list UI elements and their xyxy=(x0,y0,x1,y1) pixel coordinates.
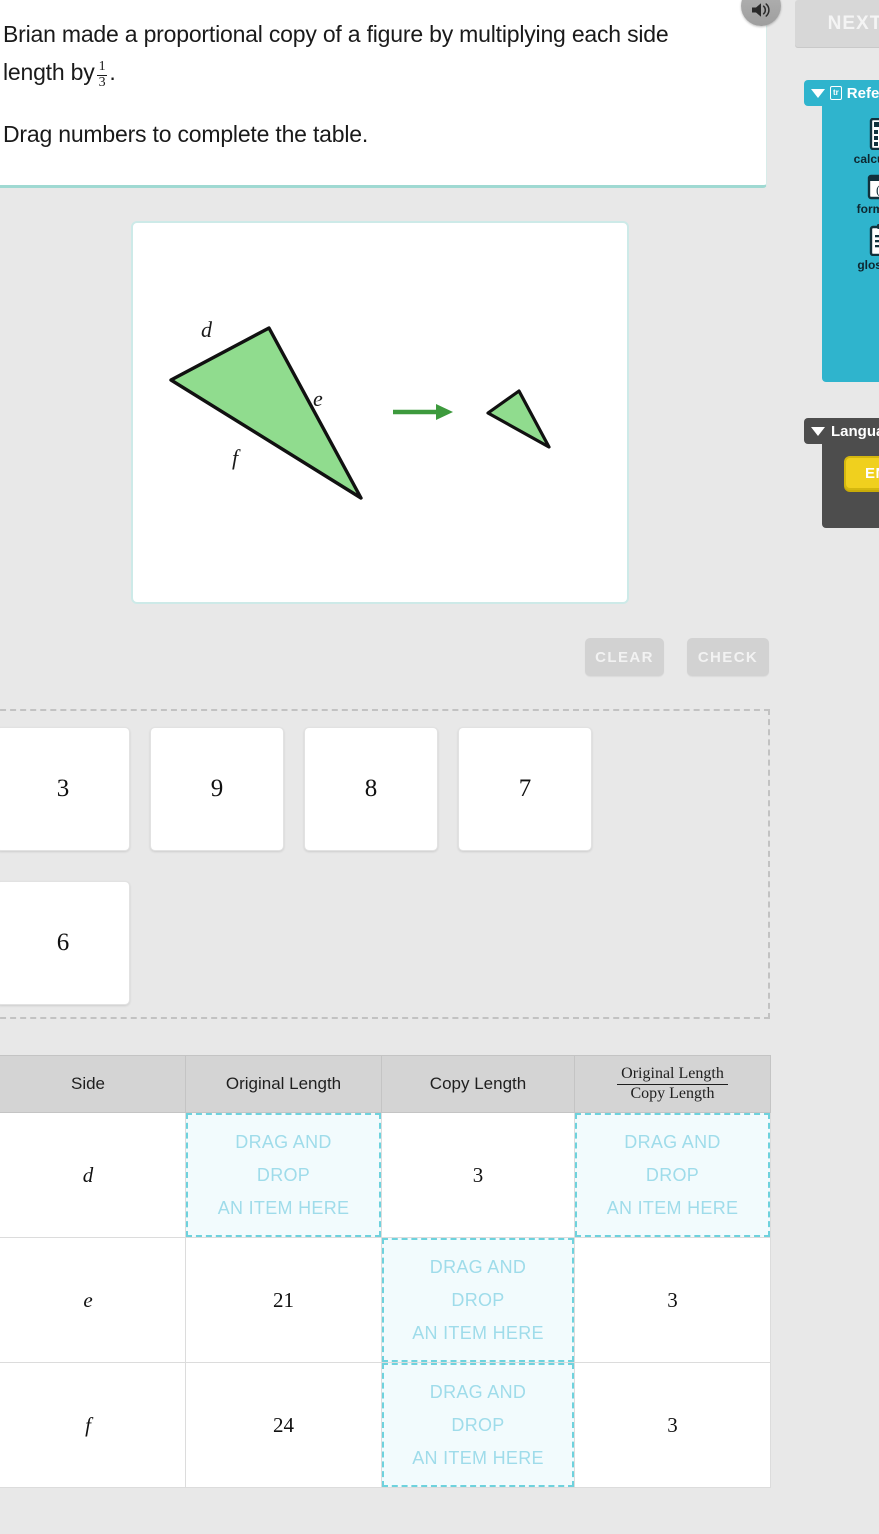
column-header-side: Side xyxy=(0,1055,186,1113)
language-panel: ENG xyxy=(822,430,879,528)
speaker-glyph xyxy=(752,2,770,17)
table-row: d DRAG AND DROP AN ITEM HERE 3 DRAG AND DROP AN… xyxy=(0,1112,771,1238)
proportional-copy-diagram xyxy=(169,326,551,500)
column-header-original-length: Original Length xyxy=(185,1055,382,1113)
chevron-down-icon xyxy=(811,426,825,436)
table-header-row: Side Original Length Copy Length Origina… xyxy=(0,1055,771,1113)
tile-bank: 3 9 8 7 6 xyxy=(0,709,770,1019)
drag-tile[interactable]: 8 xyxy=(304,727,438,851)
next-button[interactable]: NEXT xyxy=(795,0,879,48)
cell-side: f xyxy=(0,1362,186,1488)
drag-tile[interactable]: 7 xyxy=(458,727,592,851)
cell-ratio: 3 xyxy=(574,1362,771,1488)
ratio-fraction: Original Length Copy Length xyxy=(617,1065,728,1104)
dropzone-placeholder-line: DRAG AND xyxy=(429,1381,527,1402)
reference-item-calculator[interactable]: calculator xyxy=(854,118,879,166)
fraction-numerator: 1 xyxy=(98,59,106,75)
dropzone-placeholder-line: AN ITEM HERE xyxy=(606,1197,739,1218)
cell-ratio: 3 xyxy=(574,1237,771,1363)
reference-badge-icon: tr xyxy=(830,86,842,100)
question-line-2: Drag numbers to complete the table. xyxy=(3,121,369,147)
answer-table: Side Original Length Copy Length Origina… xyxy=(0,1055,771,1488)
dropzone-placeholder-line: DROP xyxy=(451,1414,505,1435)
dropzone-placeholder-line: DRAG AND xyxy=(624,1131,721,1152)
check-button[interactable]: CHECK xyxy=(687,638,769,676)
dropzone[interactable]: DRAG AND DROP AN ITEM HERE xyxy=(186,1113,381,1237)
chevron-down-icon xyxy=(811,88,825,98)
language-option-eng[interactable]: ENG xyxy=(844,456,879,490)
ratio-numerator: Original Length xyxy=(621,1064,724,1082)
cell-copy-length: 3 xyxy=(381,1112,575,1238)
ratio-denominator: Copy Length xyxy=(617,1083,728,1104)
glossary-icon xyxy=(869,224,879,256)
reference-label-glossary: glossary xyxy=(857,258,879,272)
language-tab[interactable]: Language xyxy=(804,418,879,444)
column-header-ratio: Original Length Copy Length xyxy=(574,1055,771,1113)
side-label-d: d xyxy=(201,317,212,342)
cell-ratio[interactable]: DRAG AND DROP AN ITEM HERE xyxy=(574,1112,771,1238)
drag-tile[interactable]: 3 xyxy=(0,727,130,851)
transformation-arrow xyxy=(393,404,453,420)
copy-triangle xyxy=(486,389,551,449)
drag-tile[interactable]: 9 xyxy=(150,727,284,851)
clear-button[interactable]: CLEAR xyxy=(585,638,664,676)
table-row: e 21 DRAG AND DROP AN ITEM HERE 3 xyxy=(0,1237,771,1363)
dropzone[interactable]: DRAG AND DROP AN ITEM HERE xyxy=(575,1113,770,1237)
question-spacer xyxy=(3,91,736,115)
question-card: Brian made a proportional copy of a figu… xyxy=(0,0,767,188)
cell-copy-length[interactable]: DRAG AND DROP AN ITEM HERE xyxy=(381,1237,575,1363)
drag-tile[interactable]: 6 xyxy=(0,881,130,1005)
original-triangle xyxy=(169,326,363,500)
formula-icon: ( x xyxy=(867,174,879,200)
reference-label-calculator: calculator xyxy=(853,152,879,166)
dropzone-placeholder-line: DROP xyxy=(451,1289,505,1310)
one-third-fraction: 13 xyxy=(96,59,108,90)
question-text-part-2: . xyxy=(109,59,116,85)
question-line-1: Brian made a proportional copy of a figu… xyxy=(3,15,736,91)
figure-card: d e f xyxy=(131,221,629,604)
column-header-copy-length: Copy Length xyxy=(381,1055,575,1113)
reference-panel: calculator ( x formulas glossary xyxy=(822,92,879,382)
reference-label-formulas: formulas xyxy=(856,202,879,216)
dropzone-placeholder-line: AN ITEM HERE xyxy=(217,1197,350,1218)
dropzone-placeholder-line: AN ITEM HERE xyxy=(412,1447,544,1468)
reference-tab-label: Reference xyxy=(846,84,879,102)
reference-item-glossary[interactable]: glossary xyxy=(857,224,879,272)
side-label-e: e xyxy=(313,386,323,411)
dropzone-placeholder-line: DRAG AND xyxy=(235,1131,332,1152)
calculator-icon xyxy=(869,118,879,150)
table-body: d DRAG AND DROP AN ITEM HERE 3 DRAG AND DROP AN… xyxy=(0,1112,771,1488)
cell-side: e xyxy=(0,1237,186,1363)
fraction-denominator: 3 xyxy=(96,75,108,90)
dropzone-placeholder-line: DROP xyxy=(256,1164,311,1185)
cell-original-length: 24 xyxy=(185,1362,382,1488)
dropzone-placeholder-line: AN ITEM HERE xyxy=(412,1322,544,1343)
language-tab-label: Language xyxy=(831,422,879,440)
dropzone[interactable]: DRAG AND DROP AN ITEM HERE xyxy=(382,1363,574,1487)
cell-copy-length[interactable]: DRAG AND DROP AN ITEM HERE xyxy=(381,1362,575,1488)
dropzone[interactable]: DRAG AND DROP AN ITEM HERE xyxy=(382,1238,574,1362)
reference-tab[interactable]: tr Reference xyxy=(804,80,879,106)
reference-item-formulas[interactable]: ( x formulas xyxy=(857,174,879,216)
cell-side: d xyxy=(0,1112,186,1238)
dropzone-placeholder-line: DRAG AND xyxy=(429,1256,527,1277)
side-label-f: f xyxy=(232,445,239,470)
table-row: f 24 DRAG AND DROP AN ITEM HERE 3 xyxy=(0,1362,771,1488)
cell-original-length[interactable]: DRAG AND DROP AN ITEM HERE xyxy=(185,1112,382,1238)
cell-original-length: 21 xyxy=(185,1237,382,1363)
dropzone-placeholder-line: DROP xyxy=(645,1164,700,1185)
